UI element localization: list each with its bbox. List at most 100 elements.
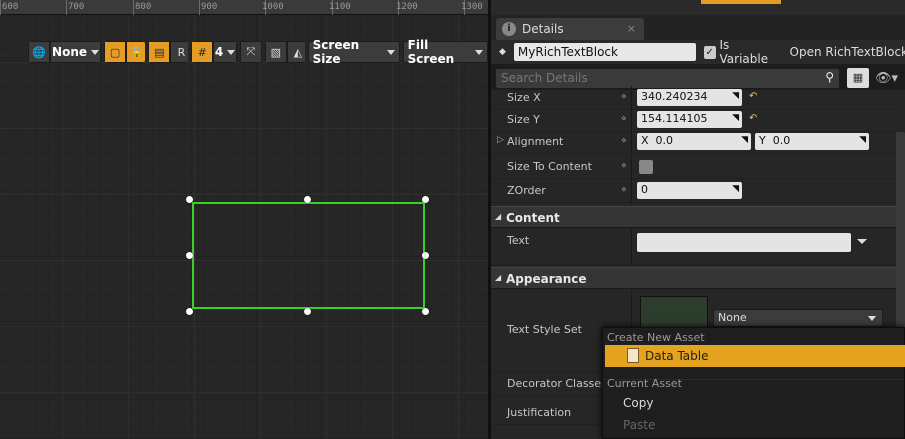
ruler-label: 800 [135, 2, 152, 12]
bind-icon[interactable]: ⋄ [621, 161, 627, 171]
resize-handle[interactable] [422, 308, 429, 315]
globe-icon[interactable]: 🌐 [28, 41, 50, 63]
prop-row-text: Text [491, 229, 896, 265]
size-y-label: Size Y [507, 113, 540, 126]
open-widget-button[interactable]: Open RichTextBlock [790, 45, 905, 59]
lock-icon[interactable]: 🔒 [126, 41, 146, 63]
screen-size-dropdown[interactable]: Screen Size [307, 38, 400, 66]
reset-to-default-icon[interactable]: ↶ [749, 91, 757, 102]
size-y-value: 154.114105 [641, 112, 708, 125]
layout-transform-icon[interactable]: ▤ [148, 41, 171, 63]
viewport-toolbar: 🌐 None ▢ 🔒 ▤ R # 4 ⤧ ▧ ◭ Screen Size Fil… [28, 38, 488, 66]
bind-icon[interactable]: ⋄ [621, 136, 627, 146]
alignment-x-field[interactable]: X 0.0 ◥ [637, 133, 751, 150]
details-tab-bar: i Details × [491, 15, 905, 40]
resize-handle[interactable] [304, 196, 311, 203]
current-asset-header: Current Asset [607, 377, 682, 390]
resize-handle[interactable] [186, 308, 193, 315]
localization-group: 🌐 None [28, 41, 102, 63]
ruler-label: 600 [2, 2, 19, 12]
content-section-header[interactable]: ◢ Content [491, 206, 896, 228]
text-style-set-label: Text Style Set [507, 323, 582, 336]
alignment-x-prefix: X [641, 134, 649, 147]
data-table-label: Data Table [645, 349, 709, 363]
prop-row-size-x: Size X ⋄ 340.240234 ◥ ↶ [491, 86, 896, 110]
reset-to-default-icon[interactable]: ↶ [749, 113, 757, 124]
prop-row-zorder: ZOrder ⋄ 0 ◥ [491, 179, 896, 203]
property-matrix-icon[interactable]: ▦ [847, 68, 869, 88]
text-value-field[interactable] [637, 233, 851, 252]
close-icon[interactable]: × [627, 22, 636, 35]
transform-mode-group: ▢ 🔒 [104, 41, 146, 63]
resize-handle[interactable] [422, 196, 429, 203]
resize-handle[interactable] [186, 252, 193, 259]
selected-widget-outline[interactable] [192, 202, 425, 309]
details-scrollbar[interactable] [896, 132, 905, 342]
horizontal-ruler: 600 700 800 900 1000 1100 1200 1300 [0, 0, 488, 15]
text-style-set-dropdown[interactable]: None [713, 309, 883, 327]
content-section-title: Content [506, 211, 560, 225]
widget-type-icon: ◆ [499, 47, 506, 57]
layout-mode-group: ▤ R [148, 41, 189, 63]
size-y-field[interactable]: 154.114105 ◥ [637, 111, 742, 128]
prop-row-alignment: ▷ Alignment ⋄ X 0.0 ◥ Y 0.0 ◥ [491, 130, 896, 154]
size-x-field[interactable]: 340.240234 ◥ [637, 89, 742, 106]
menu-item-copy[interactable]: Copy [605, 392, 905, 414]
accent-bar [701, 0, 781, 4]
size-to-content-label: Size To Content [507, 160, 592, 173]
resize-handle[interactable] [186, 196, 193, 203]
appearance-section-title: Appearance [506, 272, 587, 286]
grid-snap-icon[interactable]: # [191, 41, 214, 63]
bind-icon[interactable]: ⋄ [621, 114, 627, 124]
respect-locks-button[interactable]: R [170, 41, 189, 63]
menu-item-paste[interactable]: Paste [605, 414, 905, 436]
widget-name-field[interactable]: MyRichTextBlock [513, 43, 696, 61]
appearance-section-header[interactable]: ◢ Appearance [491, 267, 896, 289]
tab-details[interactable]: i Details × [496, 18, 644, 40]
menu-item-data-table[interactable]: Data Table [605, 345, 905, 367]
render-transform-icon[interactable]: ▢ [104, 41, 127, 63]
prop-row-size-to-content: Size To Content ⋄ [491, 155, 896, 179]
ruler-label: 1100 [329, 2, 351, 12]
checkbox-icon[interactable]: ✓ [703, 45, 716, 59]
chevron-down-icon[interactable] [857, 239, 867, 244]
resize-handle[interactable] [422, 252, 429, 259]
zoom-to-fit-icon[interactable]: ⤧ [239, 41, 262, 63]
fill-screen-dropdown[interactable]: Fill Screen [402, 38, 488, 66]
asset-picker-menu: Create New Asset Data Table Current Asse… [602, 327, 905, 439]
ruler-label: 900 [201, 2, 218, 12]
ruler-label: 1000 [262, 2, 284, 12]
info-icon: i [502, 22, 516, 36]
is-variable-toggle[interactable]: ✓ Is Variable [703, 38, 776, 66]
background-group: ▧ ◭ [264, 41, 305, 63]
drag-arrows-icon: ◥ [732, 113, 739, 123]
zorder-field[interactable]: 0 ◥ [637, 182, 742, 199]
text-label: Text [507, 234, 530, 247]
drag-arrows-icon: ◥ [732, 91, 739, 101]
alignment-x-value: 0.0 [655, 134, 674, 147]
ruler-label: 1200 [396, 2, 418, 12]
alignment-y-field[interactable]: Y 0.0 ◥ [755, 133, 869, 150]
culture-preview-dropdown[interactable]: None [50, 41, 102, 63]
grid-snap-value-dropdown[interactable]: 4 [213, 41, 237, 63]
zorder-value: 0 [641, 183, 648, 196]
alignment-label: Alignment [507, 135, 564, 148]
designer-viewport[interactable]: 600 700 800 900 1000 1100 1200 1300 🌐 No… [0, 0, 488, 439]
expand-arrow-icon[interactable]: ▷ [497, 135, 504, 145]
bind-icon[interactable]: ⋄ [621, 92, 627, 102]
bind-icon[interactable]: ⋄ [621, 185, 627, 195]
widget-name-row: ◆ MyRichTextBlock ✓ Is Variable Open Ric… [491, 38, 905, 66]
image-background-icon[interactable]: ▧ [264, 41, 287, 63]
size-to-content-checkbox[interactable] [639, 160, 653, 174]
decorator-classes-label: Decorator Classes [507, 377, 607, 390]
ruler-label: 700 [68, 2, 85, 12]
drag-arrows-icon: ◥ [732, 184, 739, 194]
size-x-label: Size X [507, 91, 541, 104]
umg-designer-window: 600 700 800 900 1000 1100 1200 1300 🌐 No… [0, 0, 905, 439]
mirror-icon[interactable]: ◭ [286, 41, 305, 63]
resize-handle[interactable] [304, 308, 311, 315]
search-details-input[interactable]: Search Details ⚲ [496, 68, 839, 88]
data-table-icon [627, 348, 639, 363]
view-options-eye-icon[interactable]: 👁▾ [875, 71, 898, 86]
grid-snap-group: # 4 [191, 41, 237, 63]
